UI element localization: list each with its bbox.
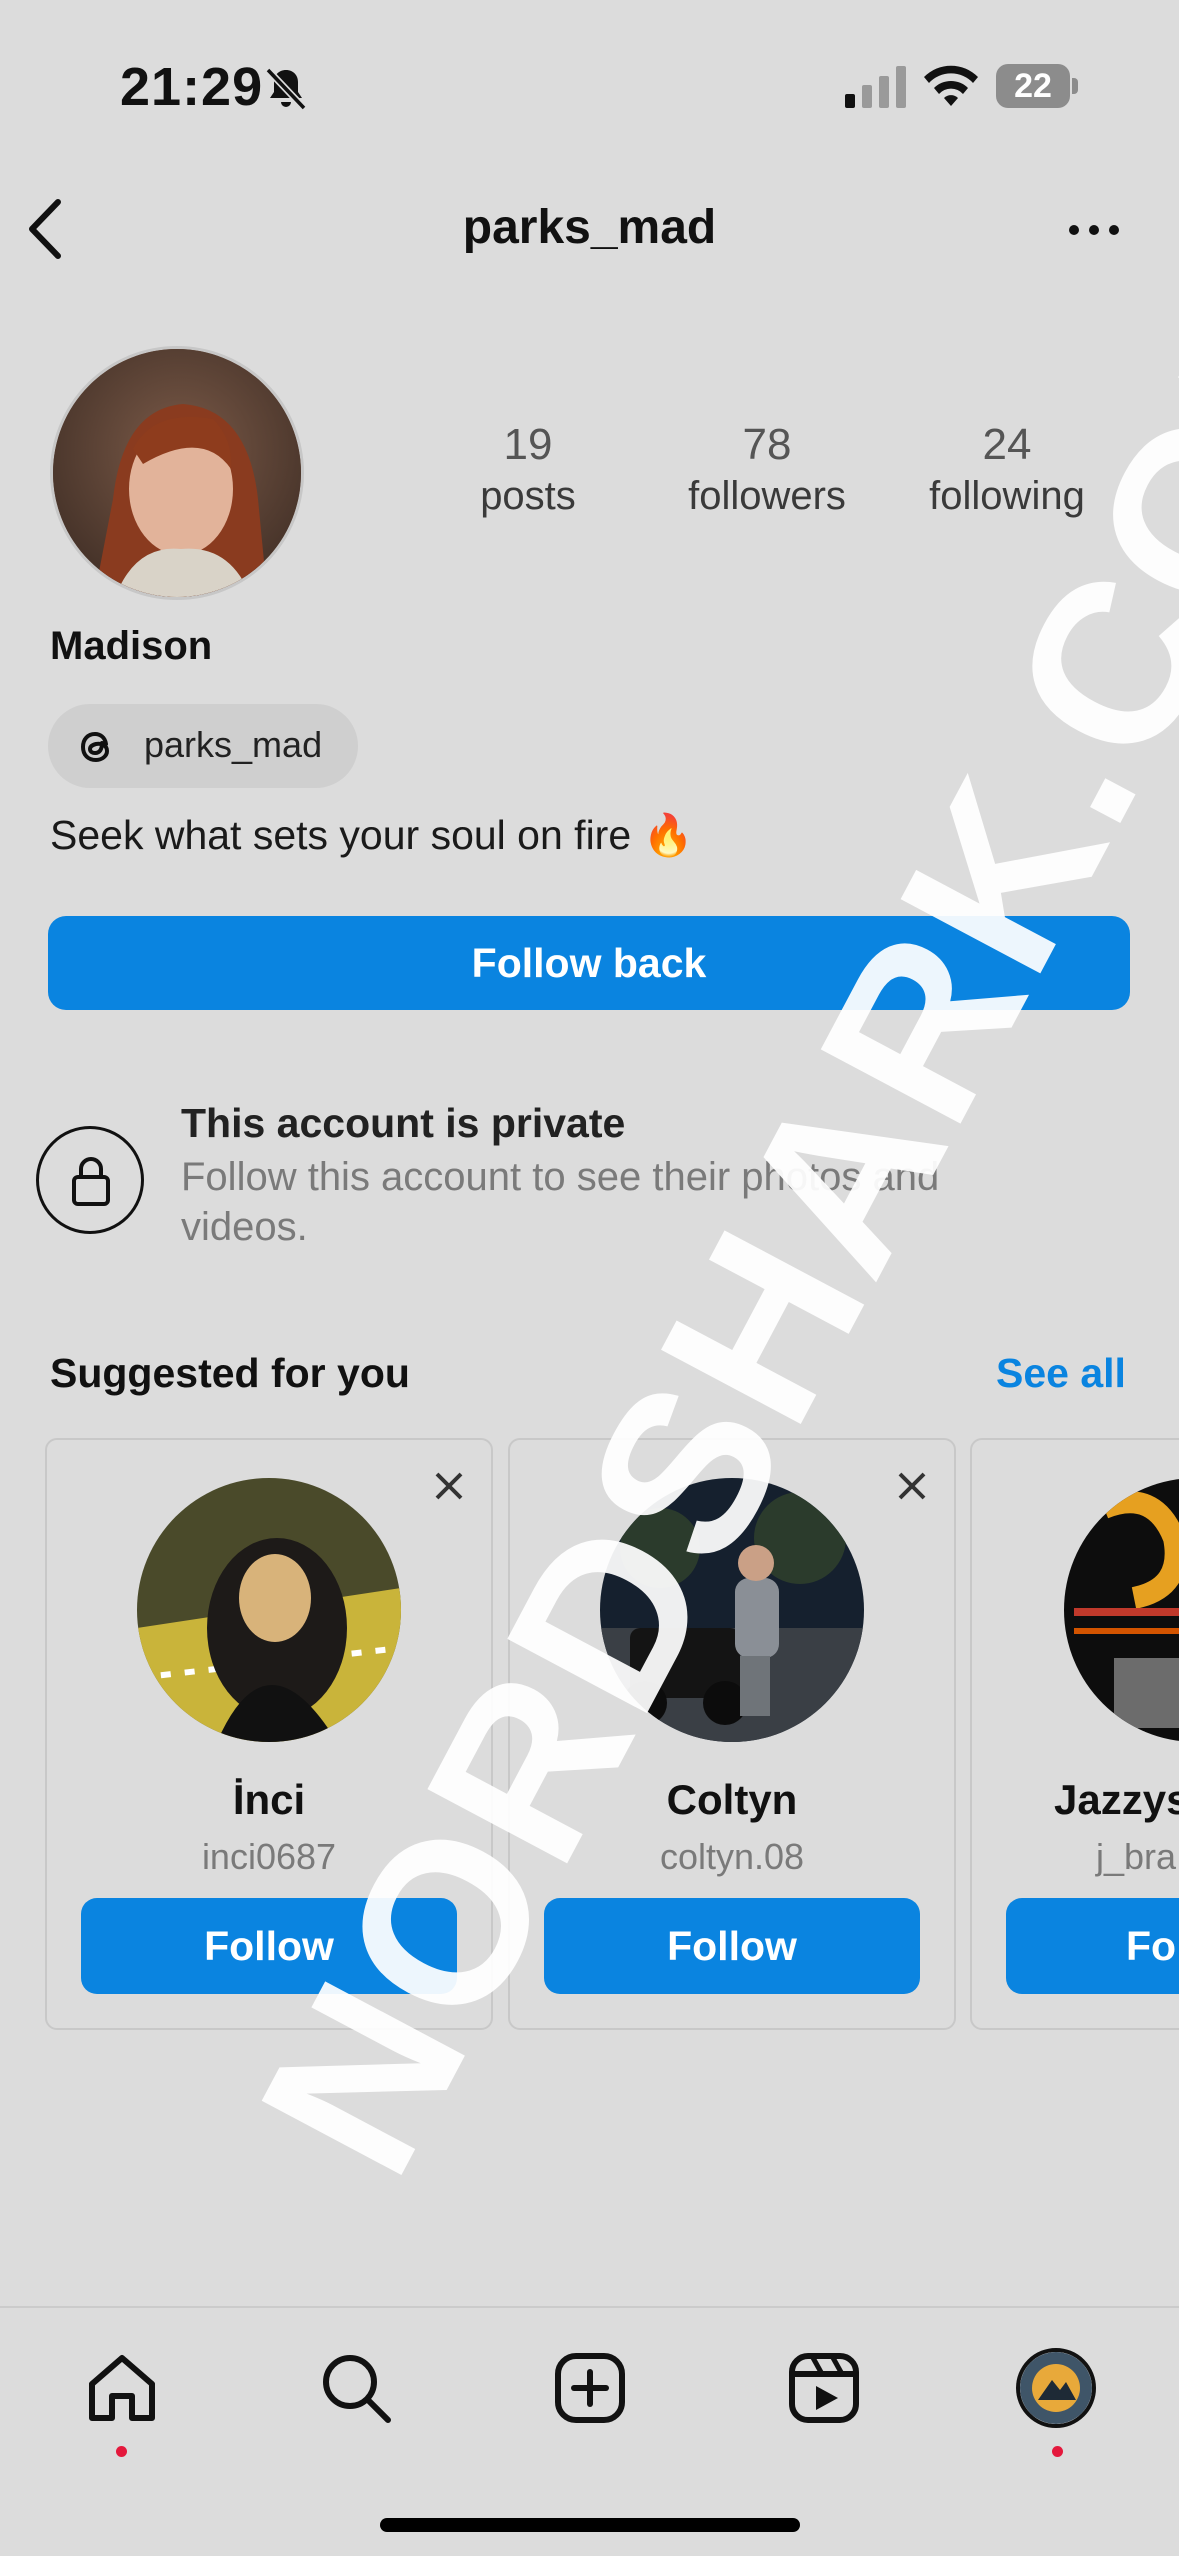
profile-notification-dot (1052, 2446, 1063, 2457)
suggestion-name: İnci (232, 1776, 306, 1823)
suggestion-avatar[interactable] (137, 1478, 401, 1742)
bottom-tab-bar (0, 2306, 1179, 2556)
suggestion-card[interactable]: Jazzys j_bra Fo (970, 1438, 1179, 2030)
suggestion-username: inci0687 (201, 1836, 337, 1877)
ellipsis-icon[interactable] (1068, 218, 1120, 242)
status-time: 21:29 (120, 57, 264, 117)
follow-button[interactable]: Follow (544, 1898, 920, 1994)
follow-button[interactable]: Fo (1006, 1898, 1179, 1994)
stat-posts-value: 19 (503, 420, 553, 469)
create-icon[interactable] (550, 2348, 630, 2428)
profile-avatar[interactable] (50, 346, 304, 600)
follow-button[interactable]: Follow (81, 1898, 457, 1994)
profile-display-name: Madison (50, 624, 213, 668)
suggestion-avatar[interactable] (1064, 1478, 1179, 1742)
profile-tab-avatar[interactable] (1016, 2348, 1096, 2428)
suggestion-username: coltyn.08 (659, 1836, 805, 1877)
stat-followers[interactable]: 78 followers (657, 418, 877, 520)
stat-following-label: following (929, 474, 1085, 518)
home-notification-dot (116, 2446, 127, 2457)
stat-followers-label: followers (688, 474, 846, 518)
suggestion-avatar[interactable] (600, 1478, 864, 1742)
threads-badge[interactable]: parks_mad (48, 704, 358, 788)
stat-following-value: 24 (982, 420, 1032, 469)
stat-posts-label: posts (480, 474, 576, 518)
profile-bio: Seek what sets your soul on fire 🔥 (50, 812, 694, 858)
search-icon[interactable] (316, 2348, 396, 2428)
close-icon[interactable] (433, 1470, 465, 1502)
suggestion-username: j_bra (1096, 1836, 1177, 1877)
suggestion-card[interactable]: İnci inci0687 Follow (45, 1438, 493, 2030)
cell-signal-icon (845, 66, 906, 108)
private-account-body: Follow this account to see their photos … (181, 1155, 940, 1249)
home-indicator (380, 2518, 800, 2532)
battery-level: 22 (1014, 67, 1052, 105)
follow-back-button[interactable]: Follow back (48, 916, 1130, 1010)
close-icon[interactable] (896, 1470, 928, 1502)
stat-followers-value: 78 (742, 420, 792, 469)
home-icon[interactable] (82, 2348, 162, 2428)
see-all-link[interactable]: See all (996, 1350, 1126, 1397)
bell-slash-icon (265, 67, 307, 111)
threads-handle: parks_mad (144, 724, 323, 765)
suggestion-name: Coltyn (666, 1776, 798, 1823)
stat-following[interactable]: 24 following (897, 418, 1117, 520)
reels-icon[interactable] (784, 2348, 864, 2428)
suggested-title: Suggested for you (50, 1350, 410, 1396)
battery-icon: 22 (996, 64, 1078, 108)
wifi-icon (924, 65, 978, 106)
private-account-title: This account is private (181, 1100, 626, 1146)
lock-icon (36, 1126, 144, 1234)
suggestion-card[interactable]: Coltyn coltyn.08 Follow (508, 1438, 956, 2030)
stat-posts: 19 posts (418, 418, 638, 520)
threads-icon (80, 731, 110, 763)
profile-username-title: parks_mad (462, 201, 717, 254)
suggestion-name: Jazzys (1054, 1776, 1179, 1823)
